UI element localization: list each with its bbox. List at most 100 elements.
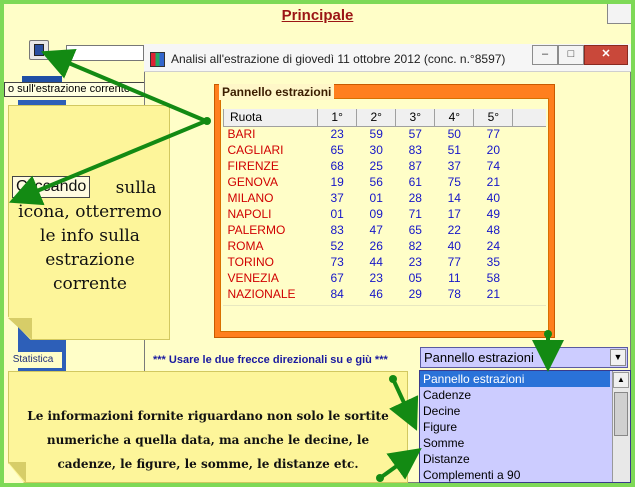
number-cell: 37 [330, 190, 344, 205]
number-cell: 50 [447, 126, 461, 141]
number-cell: 58 [486, 270, 501, 285]
number-cell: 49 [486, 206, 501, 221]
number-cell: 56 [369, 174, 383, 189]
number-cell: 47 [369, 222, 383, 237]
table-row[interactable]: TORINO 73 44 23 77 35 [224, 254, 547, 270]
number-cell: 59 [369, 126, 383, 141]
number-cell: 61 [408, 174, 422, 189]
column-header[interactable]: Ruota [222, 109, 319, 127]
number-cell: 40 [447, 238, 461, 253]
dropdown-option[interactable]: Decine [420, 403, 610, 419]
dropdown-option[interactable]: Complementi a 90 [420, 467, 610, 483]
number-cell: 30 [369, 142, 383, 157]
maximize-button[interactable]: □ [558, 45, 584, 65]
column-header-filler [512, 109, 546, 127]
number-cell: 68 [330, 158, 344, 173]
parent-window-control[interactable] [607, 4, 631, 24]
chevron-down-icon[interactable]: ▼ [610, 349, 626, 366]
filler-cell [513, 254, 546, 270]
dropdown-option[interactable]: Figure [420, 419, 610, 435]
ruota-cell: NAZIONALE [227, 286, 296, 301]
number-cell: 21 [486, 286, 501, 301]
ruota-cell: MILANO [227, 190, 274, 205]
table-row[interactable]: NAZIONALE 84 46 29 78 21 [224, 286, 547, 302]
column-header[interactable]: 2° [356, 109, 397, 127]
ruota-cell: BARI [227, 126, 256, 141]
number-cell: 74 [486, 158, 501, 173]
number-cell: 28 [408, 190, 422, 205]
filler-cell [513, 222, 546, 238]
filler-cell [513, 158, 546, 174]
tooltip: o sull'estrazione corrente [4, 82, 164, 97]
number-cell: 09 [369, 206, 383, 221]
table-row[interactable]: VENEZIA 67 23 05 11 58 [224, 270, 547, 286]
table-empty-area [223, 305, 546, 331]
number-cell: 21 [486, 174, 501, 189]
app-icon [150, 52, 165, 67]
number-cell: 14 [447, 190, 461, 205]
dropdown-option[interactable]: Somme [420, 435, 610, 451]
number-cell: 52 [330, 238, 344, 253]
number-cell: 44 [369, 254, 383, 269]
number-cell: 67 [330, 270, 344, 285]
table-row[interactable]: ROMA 52 26 82 40 24 [224, 238, 547, 254]
column-header[interactable]: 3° [395, 109, 436, 127]
table-row[interactable]: CAGLIARI 65 30 83 51 20 [224, 142, 547, 158]
number-cell: 19 [330, 174, 344, 189]
number-cell: 75 [447, 174, 461, 189]
table-row[interactable]: MILANO 37 01 28 14 40 [224, 190, 547, 206]
icon-callout-label: Cliccando [12, 176, 91, 198]
statistica-label[interactable]: Statistica [4, 352, 62, 368]
table-row[interactable]: NAPOLI 01 09 71 17 49 [224, 206, 547, 222]
column-header[interactable]: 1° [317, 109, 358, 127]
scrollbar-thumb[interactable] [614, 392, 628, 436]
filler-cell [513, 190, 546, 206]
number-cell: 77 [447, 254, 461, 269]
table-row[interactable]: FIRENZE 68 25 87 37 74 [224, 158, 547, 174]
panel-legend: Pannello estrazioni [219, 84, 335, 100]
number-cell: 40 [486, 190, 501, 205]
number-cell: 77 [486, 126, 501, 141]
number-cell: 35 [486, 254, 501, 269]
info-document-icon [34, 44, 44, 56]
number-cell: 01 [330, 206, 344, 221]
number-cell: 25 [369, 158, 383, 173]
view-select-value: Pannello estrazioni [424, 350, 534, 365]
info-callout-text: Le informazioni fornite riguardano non s… [27, 409, 389, 471]
ruota-cell: VENEZIA [227, 270, 279, 285]
column-header[interactable]: 4° [434, 109, 475, 127]
number-cell: 87 [408, 158, 422, 173]
table-row[interactable]: GENOVA 19 56 61 75 21 [224, 174, 547, 190]
dropdown-option[interactable]: Distanze [420, 451, 610, 467]
number-cell: 26 [369, 238, 383, 253]
minimize-button[interactable]: – [532, 45, 558, 65]
close-button[interactable]: ✕ [584, 45, 628, 65]
extractions-table-body: BARI 23 59 57 50 77 CAGLIARI 65 30 83 51 20 FIRENZE 6… [224, 126, 547, 302]
number-cell: 22 [447, 222, 461, 237]
number-cell: 57 [408, 126, 422, 141]
filler-cell [513, 270, 546, 286]
scroll-up-icon[interactable]: ▲ [613, 372, 629, 388]
number-cell: 83 [330, 222, 344, 237]
ruota-cell: TORINO [227, 254, 274, 269]
number-cell: 73 [330, 254, 344, 269]
ruota-cell: ROMA [227, 238, 264, 253]
filler-cell [513, 126, 546, 142]
table-row[interactable]: PALERMO 83 47 65 22 48 [224, 222, 547, 238]
dropdown-option[interactable]: Pannello estrazioni [420, 371, 610, 387]
toolbar-field[interactable] [66, 45, 144, 61]
number-cell: 83 [408, 142, 422, 157]
number-cell: 71 [408, 206, 422, 221]
dropdown-option[interactable]: Cadenze [420, 387, 610, 403]
number-cell: 29 [408, 286, 422, 301]
parent-window-title: Principale [4, 4, 631, 30]
number-cell: 82 [408, 238, 422, 253]
ruota-cell: GENOVA [227, 174, 278, 189]
number-cell: 23 [408, 254, 422, 269]
table-row[interactable]: BARI 23 59 57 50 77 [224, 126, 547, 142]
current-draw-info-icon[interactable] [29, 40, 49, 60]
column-header[interactable]: 5° [473, 109, 514, 127]
number-cell: 05 [408, 270, 422, 285]
number-cell: 65 [330, 142, 344, 157]
number-cell: 11 [448, 270, 461, 285]
